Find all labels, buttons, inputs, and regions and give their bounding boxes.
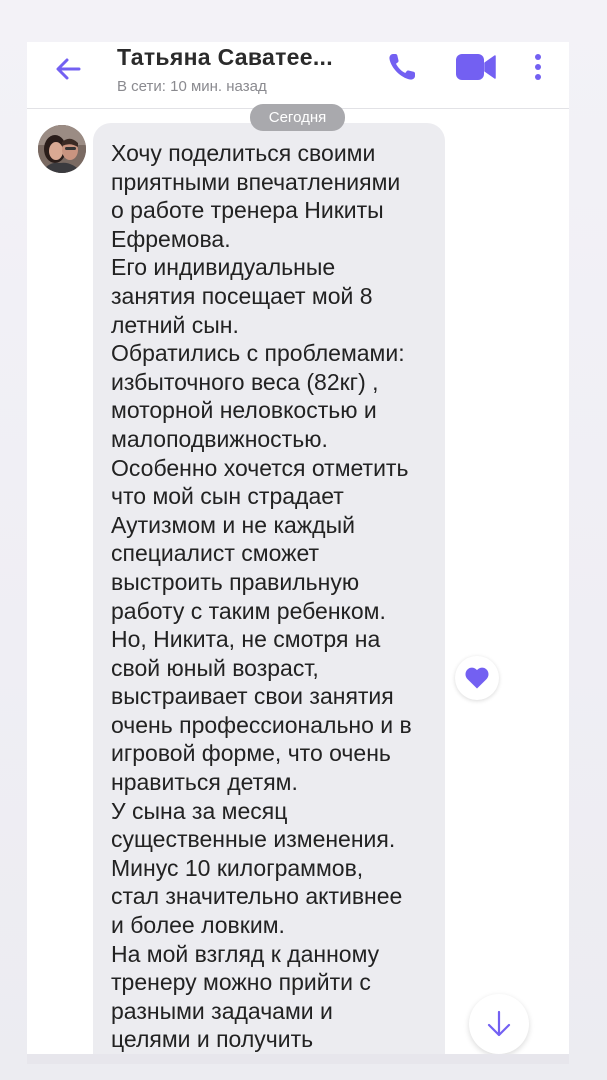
avatar-photo: [38, 125, 86, 173]
more-options-button[interactable]: [527, 52, 549, 84]
back-arrow-icon: [56, 58, 81, 80]
message-list[interactable]: Хочу поделиться своими приятными впечатл…: [27, 104, 569, 1054]
like-button[interactable]: [455, 656, 499, 700]
chat-header: Татьяна Саватее... В сети: 10 мин. назад: [27, 42, 569, 109]
scroll-to-bottom-button[interactable]: [469, 994, 529, 1054]
contact-status: В сети: 10 мин. назад: [117, 78, 267, 95]
heart-icon: [465, 667, 489, 689]
chat-screen: Татьяна Саватее... В сети: 10 мин. назад: [27, 42, 569, 1054]
date-separator: Сегодня: [250, 104, 345, 131]
screen-bottom-edge: [27, 1054, 569, 1064]
arrow-down-icon: [487, 1010, 511, 1037]
back-button[interactable]: [53, 54, 83, 84]
message-bubble[interactable]: Хочу поделиться своими приятными впечатл…: [93, 123, 445, 1054]
video-call-button[interactable]: [455, 52, 497, 82]
call-button[interactable]: [386, 51, 418, 83]
message-text: Хочу поделиться своими приятными впечатл…: [111, 140, 412, 1053]
contact-name[interactable]: Татьяна Саватее...: [117, 44, 333, 71]
video-camera-icon: [456, 54, 496, 80]
sender-avatar[interactable]: [38, 125, 86, 173]
phone-icon: [389, 54, 415, 80]
more-vertical-icon: [535, 54, 541, 80]
